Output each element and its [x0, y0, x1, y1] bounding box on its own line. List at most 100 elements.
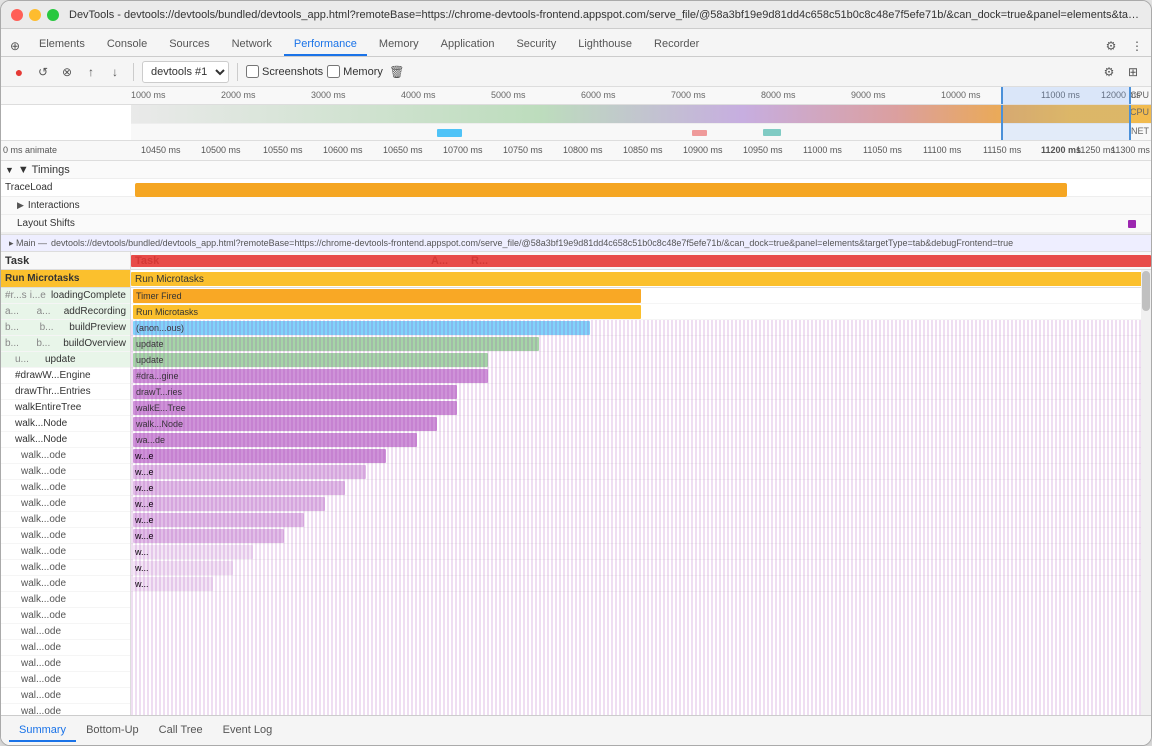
left-row-19[interactable]: walk...ode: [1, 592, 130, 608]
ruler2-10950: 10950 ms: [743, 145, 783, 155]
w-bar-2[interactable]: w...: [133, 561, 233, 575]
tab-call-tree[interactable]: Call Tree: [149, 720, 213, 742]
tab-network[interactable]: Network: [222, 34, 282, 56]
tab-lighthouse[interactable]: Lighthouse: [568, 34, 642, 56]
perf-content: 1000 ms 2000 ms 3000 ms 4000 ms 5000 ms …: [1, 87, 1151, 745]
tab-memory[interactable]: Memory: [369, 34, 429, 56]
left-row-2[interactable]: b... b... buildPreview: [1, 320, 130, 336]
left-row-5[interactable]: #drawW...Engine: [1, 368, 130, 384]
left-row-25[interactable]: wal...ode: [1, 688, 130, 704]
we-bar-6[interactable]: w...e: [133, 529, 284, 543]
tab-summary[interactable]: Summary: [9, 720, 76, 742]
run-microtasks2-bar[interactable]: Run Microtasks: [133, 305, 641, 319]
screenshots-checkbox-label[interactable]: Screenshots: [246, 65, 323, 78]
tab-event-log[interactable]: Event Log: [213, 720, 283, 742]
left-row-23[interactable]: wal...ode: [1, 656, 130, 672]
left-row-6[interactable]: drawThr...Entries: [1, 384, 130, 400]
left-row-11[interactable]: walk...ode: [1, 464, 130, 480]
tab-bottom-up[interactable]: Bottom-Up: [76, 720, 149, 742]
flame-we-row-1: w...e: [131, 448, 1151, 464]
drawtries-bar[interactable]: drawT...ries: [133, 385, 457, 399]
tab-recorder[interactable]: Recorder: [644, 34, 709, 56]
left-row-21[interactable]: wal...ode: [1, 624, 130, 640]
memory-checkbox-label[interactable]: Memory: [327, 65, 383, 78]
timings-header[interactable]: ▼ ▼ Timings: [1, 161, 1151, 179]
we-bar-4[interactable]: w...e: [133, 497, 325, 511]
left-row-1[interactable]: a... a... addRecording: [1, 304, 130, 320]
memory-checkbox[interactable]: [327, 65, 340, 78]
flame-scrollbar-thumb[interactable]: [1142, 271, 1150, 311]
ruler2-10450: 10450 ms: [141, 145, 181, 155]
left-row-13[interactable]: walk...ode: [1, 496, 130, 512]
left-row-24[interactable]: wal...ode: [1, 672, 130, 688]
minimize-button[interactable]: [29, 9, 41, 21]
reload-record-icon[interactable]: ↺: [33, 62, 53, 82]
walknode-bar[interactable]: walk...Node: [133, 417, 437, 431]
device-select[interactable]: devtools #1: [142, 61, 229, 83]
upload-icon[interactable]: ↑: [81, 62, 101, 82]
maximize-button[interactable]: [47, 9, 59, 21]
w-bar-3[interactable]: w...: [133, 577, 213, 591]
interactions-row[interactable]: ▶ Interactions: [1, 197, 1151, 215]
url-bar: ▸ Main — devtools://devtools/bundled/dev…: [1, 234, 1151, 252]
w-label-2: w...: [135, 563, 149, 573]
ruler-tick-10000: 10000 ms: [941, 90, 981, 100]
left-row-12[interactable]: walk...ode: [1, 480, 130, 496]
screenshots-checkbox[interactable]: [246, 65, 259, 78]
anon-bar[interactable]: (anon...ous): [133, 321, 590, 335]
drawengine-bar[interactable]: #dra...gine: [133, 369, 488, 383]
we-bar-1[interactable]: w...e: [133, 449, 386, 463]
toolbar-separator: [133, 63, 134, 81]
left-row-17[interactable]: walk...ode: [1, 560, 130, 576]
left-row-0[interactable]: #r...s i...e loadingComplete: [1, 288, 130, 304]
run-microtasks-bar[interactable]: Run Microtasks: [131, 272, 1151, 286]
tab-performance[interactable]: Performance: [284, 34, 367, 56]
traceload-bar-area: [135, 181, 1147, 195]
wade-bar[interactable]: wa...de: [133, 433, 417, 447]
flame-scrollbar[interactable]: [1141, 270, 1151, 715]
clear-recordings-icon[interactable]: 🗑: [387, 62, 407, 82]
tab-security[interactable]: Security: [506, 34, 566, 56]
left-row-3[interactable]: b... b... buildOverview: [1, 336, 130, 352]
left-row-7[interactable]: walkEntireTree: [1, 400, 130, 416]
net-label: NET: [1131, 126, 1149, 136]
tab-console[interactable]: Console: [97, 34, 157, 56]
clear-icon[interactable]: ⊗: [57, 62, 77, 82]
left-row-9[interactable]: walk...Node: [1, 432, 130, 448]
left-row-26[interactable]: wal...ode: [1, 704, 130, 715]
w-bar-1[interactable]: w...: [133, 545, 253, 559]
settings-icon[interactable]: ⚙: [1101, 36, 1121, 56]
left-row-22[interactable]: wal...ode: [1, 640, 130, 656]
we-bar-5[interactable]: w...e: [133, 513, 304, 527]
ruler2-10700: 10700 ms: [443, 145, 483, 155]
left-row-18[interactable]: walk...ode: [1, 576, 130, 592]
left-row-15[interactable]: walk...ode: [1, 528, 130, 544]
left-row-14[interactable]: walk...ode: [1, 512, 130, 528]
perf-settings-icon[interactable]: ⚙: [1099, 62, 1119, 82]
left-row-8[interactable]: walk...Node: [1, 416, 130, 432]
tab-sources[interactable]: Sources: [159, 34, 219, 56]
toolbar-separator2: [237, 63, 238, 81]
record-icon[interactable]: ●: [9, 62, 29, 82]
perf-dock-icon[interactable]: ⊞: [1123, 62, 1143, 82]
update2-bar[interactable]: update: [133, 353, 488, 367]
left-row-16[interactable]: walk...ode: [1, 544, 130, 560]
timings-triangle: ▼: [5, 165, 14, 175]
we-bar-2[interactable]: w...e: [133, 465, 366, 479]
download-icon[interactable]: ↓: [105, 62, 125, 82]
inspect-icon[interactable]: ⊕: [5, 36, 25, 56]
left-row-20[interactable]: walk...ode: [1, 608, 130, 624]
more-options-icon[interactable]: ⋮: [1127, 36, 1147, 56]
update-bar[interactable]: update: [133, 337, 539, 351]
ruler2-10550: 10550 ms: [263, 145, 303, 155]
left-row-10[interactable]: walk...ode: [1, 448, 130, 464]
tab-elements[interactable]: Elements: [29, 34, 95, 56]
timer-fired-bar[interactable]: Timer Fired: [133, 289, 641, 303]
left-row-4[interactable]: u... update: [1, 352, 130, 368]
we-bar-3[interactable]: w...e: [133, 481, 345, 495]
close-button[interactable]: [11, 9, 23, 21]
walktree-bar[interactable]: walkE...Tree: [133, 401, 457, 415]
tab-application[interactable]: Application: [431, 34, 505, 56]
bottom-tabs: Summary Bottom-Up Call Tree Event Log: [1, 715, 1151, 745]
flame-run-microtasks-row: Run Microtasks: [131, 270, 1151, 288]
